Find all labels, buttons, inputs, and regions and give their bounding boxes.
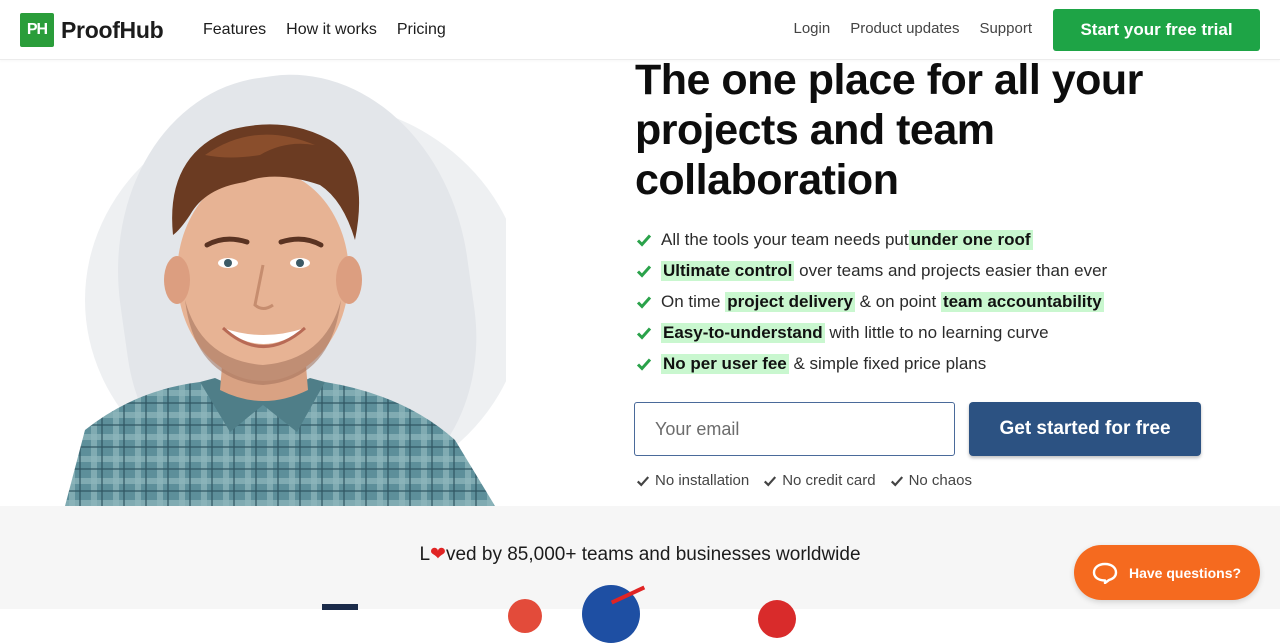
feature-item: No per user fee & simple fixed price pla… (636, 348, 1107, 379)
start-free-trial-button[interactable]: Start your free trial (1053, 9, 1260, 51)
heart-icon: ❤ (430, 544, 446, 565)
feature-highlight: under one roof (908, 230, 1033, 251)
chat-bubble-icon (1092, 562, 1118, 584)
feature-text: & on point (854, 291, 941, 311)
get-started-button[interactable]: Get started for free (969, 402, 1201, 456)
feature-item: All the tools your team needs put under … (636, 225, 1107, 256)
feature-text: On time (661, 291, 726, 311)
feature-highlight: project delivery (725, 291, 855, 312)
feature-list: All the tools your team needs put under … (636, 225, 1107, 379)
checkmark-icon (636, 296, 652, 309)
logo-mark-icon: PH (20, 13, 54, 47)
feature-highlight: team accountability (940, 291, 1104, 312)
feature-item: Ultimate control over teams and projects… (636, 256, 1107, 287)
checkmark-icon (636, 327, 652, 340)
hero-headline: The one place for all your projects and … (635, 56, 1143, 204)
feature-item: On time project delivery & on point team… (636, 287, 1107, 318)
chat-widget-button[interactable]: Have questions? (1074, 545, 1260, 600)
feature-text: & simple fixed price plans (788, 353, 987, 373)
customer-logo-icon (322, 604, 358, 610)
nav-login[interactable]: Login (794, 20, 831, 37)
perk-item: No chaos (890, 472, 972, 489)
smiling-man-photo (65, 124, 495, 506)
nav-product-updates[interactable]: Product updates (850, 20, 959, 37)
feature-highlight: Easy-to-understand (661, 322, 825, 343)
proofhub-logo[interactable]: PH ProofHub (20, 13, 164, 47)
hero-image (25, 60, 506, 506)
small-check-icon (636, 475, 650, 487)
nav-support[interactable]: Support (979, 20, 1032, 37)
perk-item: No credit card (763, 472, 876, 489)
loved-prefix: L (419, 544, 431, 565)
checkmark-icon (636, 358, 652, 371)
site-header: PH ProofHub Features How it works Pricin… (0, 0, 1280, 60)
email-input[interactable] (634, 402, 955, 456)
perk-label: No credit card (782, 472, 876, 489)
loved-suffix: ved by 85,000+ teams and businesses worl… (445, 544, 861, 565)
feature-item: Easy-to-understand with little to no lea… (636, 317, 1107, 348)
nav-pricing[interactable]: Pricing (397, 21, 446, 39)
small-check-icon (890, 475, 903, 487)
checkmark-icon (636, 265, 652, 278)
feature-text: with little to no learning curve (824, 322, 1049, 342)
nav-features[interactable]: Features (203, 21, 266, 39)
primary-nav: Features How it works Pricing (203, 21, 446, 39)
perk-label: No chaos (908, 472, 972, 489)
secondary-nav: Login Product updates Support (794, 20, 1033, 37)
nav-how-it-works[interactable]: How it works (286, 21, 377, 39)
customer-logo-icon (758, 600, 796, 638)
feature-highlight: Ultimate control (661, 261, 795, 282)
small-check-icon (764, 475, 777, 487)
customer-logo-icon (508, 599, 542, 633)
perk-label: No installation (655, 472, 750, 489)
logo-text: ProofHub (61, 16, 164, 43)
feature-text: over teams and projects easier than ever (794, 261, 1108, 281)
checkmark-icon (636, 234, 652, 248)
feature-text: All the tools your team needs put (661, 230, 909, 250)
perk-item: No installation (636, 472, 749, 489)
perks-list: No installation No credit card No chaos (636, 472, 972, 489)
chat-label: Have questions? (1129, 564, 1242, 581)
feature-highlight: No per user fee (661, 353, 789, 374)
